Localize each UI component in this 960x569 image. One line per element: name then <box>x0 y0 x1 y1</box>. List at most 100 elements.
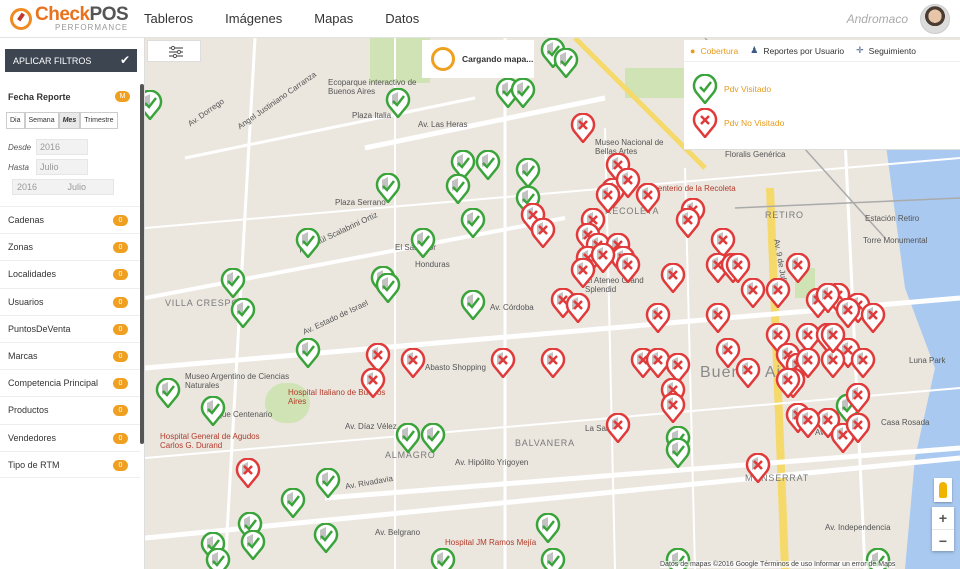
not-visited-pin-icon[interactable] <box>660 263 686 293</box>
not-visited-pin-icon[interactable] <box>705 303 731 333</box>
avatar[interactable] <box>920 4 950 34</box>
visited-pin-icon[interactable] <box>410 228 436 258</box>
brand-tagline: PERFORMANCE <box>55 23 129 32</box>
period-mes[interactable]: Mes <box>58 112 81 129</box>
period-trimestre[interactable]: Trimestre <box>80 112 118 129</box>
user-menu[interactable]: Andromaco <box>847 4 950 34</box>
not-visited-pin-icon[interactable] <box>490 348 516 378</box>
visited-pin-icon[interactable] <box>375 273 401 303</box>
not-visited-pin-icon[interactable] <box>360 368 386 398</box>
map-settings-button[interactable] <box>147 40 201 62</box>
sidebar-scrollbar[interactable] <box>140 84 144 444</box>
tab-cobertura[interactable]: ● Cobertura <box>690 46 738 56</box>
map-label: Av. Hipólito Yrigoyen <box>455 458 529 467</box>
visited-pin-icon[interactable] <box>375 173 401 203</box>
visited-pin-icon[interactable] <box>510 78 536 108</box>
not-visited-pin-icon[interactable] <box>845 413 871 443</box>
visited-pin-icon[interactable] <box>535 513 561 543</box>
not-visited-pin-icon[interactable] <box>615 253 641 283</box>
not-visited-pin-icon[interactable] <box>675 208 701 238</box>
visited-pin-icon[interactable] <box>205 548 231 569</box>
visited-pin-icon[interactable] <box>200 396 226 426</box>
filter-marcas[interactable]: Marcas 0 <box>0 341 140 369</box>
visited-pin-icon[interactable] <box>475 150 501 180</box>
loading-text: Cargando mapa... <box>462 54 534 64</box>
visited-pin-icon[interactable] <box>430 548 456 569</box>
not-visited-pin-icon[interactable] <box>765 278 791 308</box>
visited-pin-icon[interactable] <box>665 438 691 468</box>
map-label: Casa Rosada <box>881 418 930 427</box>
visited-pin-icon[interactable] <box>445 174 471 204</box>
nav-imagenes[interactable]: Imágenes <box>225 11 282 26</box>
not-visited-pin-icon[interactable] <box>735 358 761 388</box>
filter-zonas[interactable]: Zonas 0 <box>0 233 140 260</box>
filter-productos[interactable]: Productos 0 <box>0 396 140 423</box>
not-visited-pin-icon[interactable] <box>660 393 686 423</box>
visited-pin-icon[interactable] <box>420 423 446 453</box>
not-visited-pin-icon[interactable] <box>540 348 566 378</box>
period-semana[interactable]: Semana <box>24 112 59 129</box>
desde-input[interactable]: 2016 <box>36 139 88 155</box>
legend-tabs: ● Cobertura ♟ Reportes por Usuario ✛ Seg… <box>684 40 960 62</box>
filter-puntos-de-venta[interactable]: PuntosDeVenta 0 <box>0 314 140 342</box>
visited-pin-icon[interactable] <box>515 158 541 188</box>
brand-logo[interactable]: CheckPOS PERFORMANCE <box>10 5 138 32</box>
visited-pin-icon[interactable] <box>295 338 321 368</box>
not-visited-pin-icon[interactable] <box>570 113 596 143</box>
not-visited-pin-icon[interactable] <box>400 348 426 378</box>
filter-vendedores[interactable]: Vendedores 0 <box>0 423 140 451</box>
not-visited-pin-icon[interactable] <box>235 458 261 488</box>
visited-pin-icon[interactable] <box>240 530 266 560</box>
filter-cadenas[interactable]: Cadenas 0 <box>0 206 140 233</box>
not-visited-pin-icon[interactable] <box>845 383 871 413</box>
month-year-input[interactable]: 2016 Julio <box>12 179 114 195</box>
visited-pin-icon[interactable] <box>220 268 246 298</box>
apply-filters-button[interactable]: APLICAR FILTROS ✔ <box>5 49 137 72</box>
hasta-input[interactable]: Julio <box>36 159 88 175</box>
not-visited-pin-icon[interactable] <box>740 278 766 308</box>
visited-pin-icon[interactable] <box>553 48 579 78</box>
zoom-out-button[interactable]: − <box>932 529 954 551</box>
nav-tableros[interactable]: Tableros <box>144 11 193 26</box>
filter-localidades[interactable]: Localidades 0 <box>0 260 140 287</box>
filter-usuarios[interactable]: Usuarios 0 <box>0 287 140 315</box>
visited-pin-icon[interactable] <box>460 290 486 320</box>
visited-pin-icon[interactable] <box>230 298 256 328</box>
visited-pin-icon[interactable] <box>295 228 321 258</box>
map-label: Av. Independencia <box>825 523 891 532</box>
nav-datos[interactable]: Datos <box>385 11 419 26</box>
tab-reportes-por-usuario[interactable]: ♟ Reportes por Usuario <box>750 45 844 56</box>
visited-pin-icon[interactable] <box>145 90 163 120</box>
filter-competencia-principal[interactable]: Competencia Principal 0 <box>0 369 140 396</box>
nav-mapas[interactable]: Mapas <box>314 11 353 26</box>
visited-pin-icon[interactable] <box>540 548 566 569</box>
visited-pin-icon[interactable] <box>313 523 339 553</box>
tab-seguimiento[interactable]: ✛ Seguimiento <box>856 45 916 56</box>
visited-pin-icon[interactable] <box>280 488 306 518</box>
not-visited-pin-icon[interactable] <box>745 453 771 483</box>
not-visited-pin-icon[interactable] <box>850 348 876 378</box>
not-visited-pin-icon[interactable] <box>645 303 671 333</box>
not-visited-pin-icon[interactable] <box>565 293 591 323</box>
not-visited-pin-icon[interactable] <box>635 183 661 213</box>
filter-count-badge: 0 <box>113 459 128 471</box>
street-view-pegman-icon[interactable] <box>934 478 952 502</box>
visited-pin-icon[interactable] <box>155 378 181 408</box>
not-visited-pin-icon[interactable] <box>795 408 821 438</box>
visited-pin-icon[interactable] <box>315 468 341 498</box>
map-label: Ecoparque interactivo de Buenos Aires <box>328 78 417 96</box>
visited-pin-icon[interactable] <box>385 88 411 118</box>
not-visited-pin-icon[interactable] <box>860 303 886 333</box>
not-visited-pin-icon[interactable] <box>605 413 631 443</box>
not-visited-pin-icon[interactable] <box>590 243 616 273</box>
not-visited-pin-icon[interactable] <box>820 323 846 353</box>
visited-pin-icon[interactable] <box>395 423 421 453</box>
not-visited-pin-icon[interactable] <box>775 368 801 398</box>
filter-tipo-de-rtm[interactable]: Tipo de RTM 0 <box>0 450 140 478</box>
visited-pin-icon[interactable] <box>460 208 486 238</box>
map-label: RETIRO <box>765 210 804 220</box>
map-attribution[interactable]: Datos de mapas ©2016 Google Términos de … <box>660 561 896 568</box>
period-dia[interactable]: Dia <box>6 112 25 129</box>
zoom-in-button[interactable]: + <box>932 507 954 529</box>
not-visited-pin-icon[interactable] <box>530 218 556 248</box>
